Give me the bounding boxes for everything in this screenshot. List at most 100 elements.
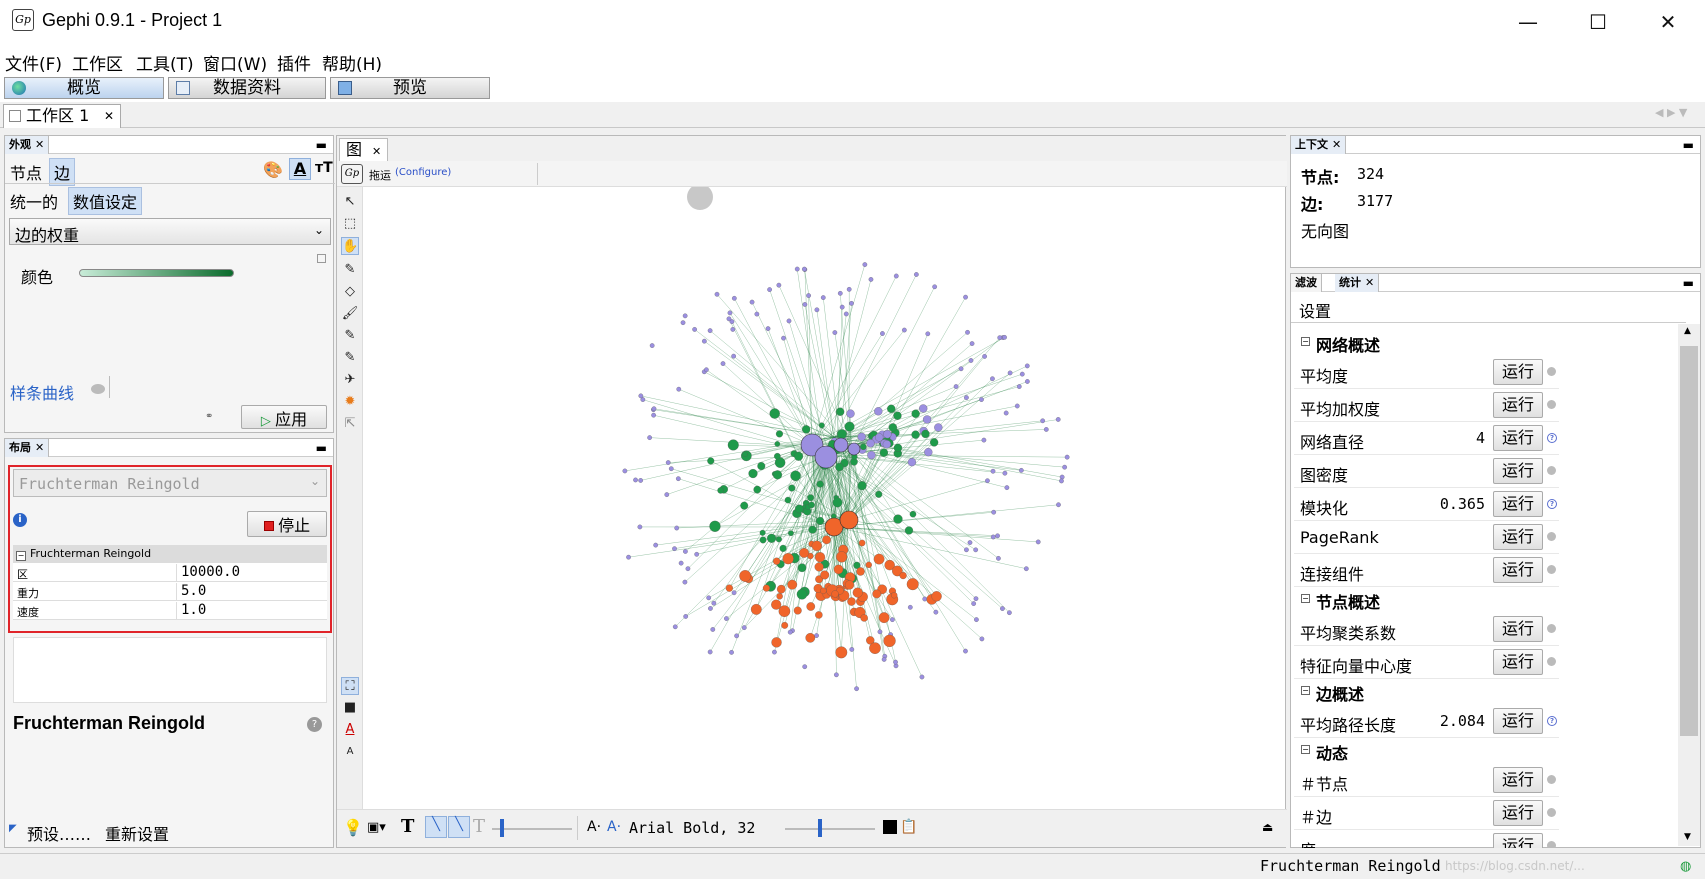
- graph-node[interactable]: [1040, 418, 1046, 424]
- graph-node[interactable]: [888, 423, 898, 432]
- pencil-icon[interactable]: ✎: [341, 261, 359, 279]
- graph-node[interactable]: [638, 478, 644, 483]
- graph-node[interactable]: [765, 326, 771, 331]
- graph-node[interactable]: [647, 435, 652, 440]
- apply-button[interactable]: ▷ 应用: [241, 405, 327, 429]
- pointer-icon[interactable]: ↖: [341, 193, 359, 211]
- graph-node[interactable]: [793, 606, 802, 615]
- minimize-button[interactable]: —: [1505, 8, 1551, 36]
- graph-node[interactable]: [906, 578, 919, 591]
- rectangle-select-icon[interactable]: ⬚: [341, 215, 359, 233]
- graph-node[interactable]: [779, 544, 787, 552]
- graph-node[interactable]: [847, 597, 856, 606]
- graph-node[interactable]: [929, 438, 939, 447]
- graph-node[interactable]: [796, 588, 808, 600]
- graph-node[interactable]: [891, 592, 898, 599]
- close-button[interactable]: ✕: [1645, 8, 1691, 36]
- graph-node[interactable]: [899, 571, 907, 580]
- statistics-tab[interactable]: 统计 ✕: [1335, 274, 1380, 292]
- property-value[interactable]: 1.0: [176, 602, 206, 620]
- graph-node[interactable]: [740, 501, 749, 510]
- center-view-icon[interactable]: ⛶: [341, 677, 359, 695]
- minimize-panel-icon[interactable]: ▬: [316, 441, 327, 455]
- graph-node[interactable]: [731, 590, 737, 596]
- graph-node[interactable]: [904, 526, 914, 535]
- graph-node[interactable]: [865, 561, 872, 569]
- graph-node[interactable]: [674, 525, 680, 531]
- graph-node[interactable]: [831, 590, 839, 598]
- graph-node[interactable]: [925, 331, 931, 337]
- graph-node[interactable]: [902, 327, 907, 333]
- expand-icon[interactable]: ⏏: [1262, 820, 1273, 834]
- report-icon[interactable]: ?: [1547, 433, 1557, 443]
- graph-node[interactable]: [837, 429, 847, 440]
- graph-node[interactable]: [767, 533, 777, 543]
- graph-node[interactable]: [887, 404, 896, 413]
- label-color-icon[interactable]: A: [341, 721, 359, 739]
- close-icon[interactable]: ✕: [372, 145, 381, 158]
- graph-node[interactable]: [753, 485, 762, 494]
- graph-node[interactable]: [933, 609, 939, 615]
- graph-node[interactable]: [996, 556, 1001, 561]
- graph-node[interactable]: [971, 601, 977, 606]
- graph-hub-node[interactable]: [839, 510, 859, 530]
- graph-node[interactable]: [967, 540, 973, 545]
- scroll-up-icon[interactable]: ▲: [1684, 326, 1691, 336]
- graph-node[interactable]: [883, 430, 892, 439]
- text-label-icon[interactable]: T: [401, 816, 414, 837]
- graph-node[interactable]: [754, 311, 760, 317]
- graph-node[interactable]: [739, 570, 752, 582]
- graph-node[interactable]: [878, 612, 890, 624]
- graph-canvas[interactable]: [364, 187, 1285, 809]
- attributes-icon[interactable]: 📋: [900, 819, 917, 835]
- graph-node[interactable]: [741, 625, 747, 630]
- minimize-panel-icon[interactable]: ▬: [1683, 138, 1694, 152]
- graph-node[interactable]: [814, 562, 824, 572]
- palette-icon[interactable]: 🎨: [263, 160, 283, 179]
- presets-link[interactable]: 预设……: [27, 821, 91, 845]
- graph-node[interactable]: [820, 587, 827, 595]
- graph-node[interactable]: [664, 492, 670, 497]
- attribute-select[interactable]: 边的权重 ⌄: [9, 218, 331, 245]
- graph-node[interactable]: [818, 422, 825, 429]
- minimize-panel-icon[interactable]: ▬: [1683, 276, 1694, 290]
- graph-node[interactable]: [729, 650, 734, 655]
- graph-node[interactable]: [875, 433, 884, 442]
- run-button[interactable]: 运行: [1493, 491, 1543, 517]
- graph-node[interactable]: [731, 295, 737, 301]
- graph-node[interactable]: [707, 457, 715, 465]
- graph-node[interactable]: [964, 547, 969, 553]
- graph-node[interactable]: [786, 318, 792, 324]
- graph-node[interactable]: [731, 353, 736, 359]
- edge-pencil-icon[interactable]: ✎: [341, 349, 359, 367]
- font-size-icon[interactable]: A·: [587, 819, 601, 835]
- graph-node[interactable]: [802, 425, 811, 434]
- graph-hub-node[interactable]: [847, 442, 861, 456]
- graph-node[interactable]: [922, 415, 932, 424]
- graph-node[interactable]: [708, 606, 713, 611]
- graph-node[interactable]: [805, 633, 816, 643]
- reset-link[interactable]: 重新设置: [105, 821, 169, 845]
- screenshot-icon[interactable]: ▣▾: [367, 820, 386, 835]
- settings-link[interactable]: 设置: [1299, 298, 1331, 322]
- statistics-scrollbar[interactable]: ▲ ▼: [1678, 324, 1700, 846]
- graph-node[interactable]: [771, 637, 782, 648]
- stop-button[interactable]: 停止: [247, 511, 327, 537]
- graph-node[interactable]: [932, 284, 937, 290]
- scroll-arrows-icon[interactable]: ◀ ▶ ▼: [1655, 106, 1687, 119]
- graph-node[interactable]: [860, 443, 867, 451]
- sun-icon[interactable]: ✹: [341, 393, 359, 411]
- graph-node[interactable]: [775, 430, 784, 438]
- graph-tab[interactable]: 图 ✕: [339, 138, 389, 161]
- property-row[interactable]: 重力 5.0: [13, 582, 327, 601]
- graph-node[interactable]: [995, 533, 1000, 539]
- graph-node[interactable]: [1062, 464, 1067, 470]
- graph-node[interactable]: [774, 452, 781, 460]
- graph-node[interactable]: [875, 490, 883, 498]
- graph-node[interactable]: [1002, 470, 1008, 476]
- drag-hand-icon[interactable]: ✋: [341, 237, 359, 255]
- graph-node[interactable]: [953, 384, 959, 389]
- graph-node[interactable]: [775, 536, 782, 543]
- help-pointer-icon[interactable]: ⇱: [341, 415, 359, 433]
- graph-node[interactable]: [990, 376, 995, 382]
